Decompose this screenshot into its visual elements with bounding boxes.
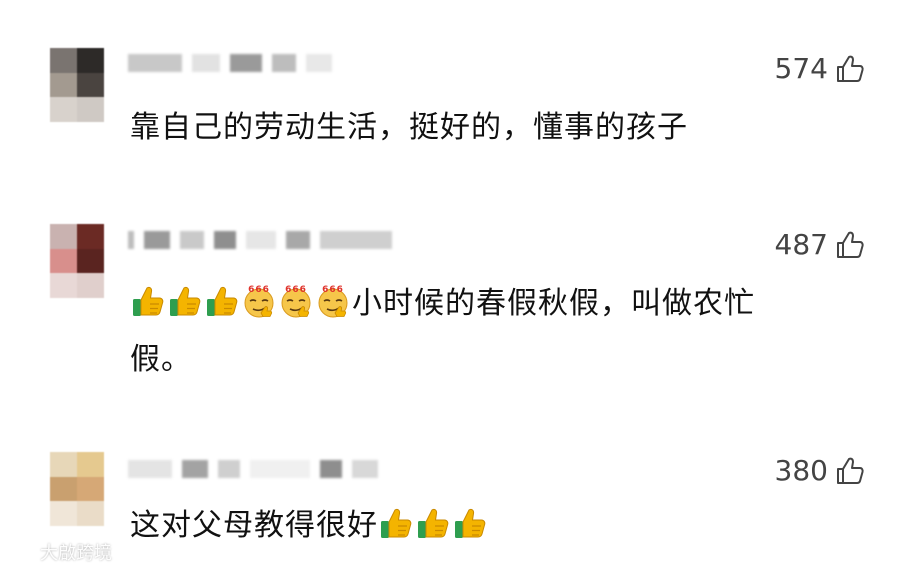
username-redacted[interactable] xyxy=(128,230,392,250)
like-count: 380 xyxy=(774,454,828,487)
comment-text-content: 靠自己的劳动生活，挺好的，懂事的孩子 xyxy=(130,110,688,145)
thumbs-up-emoji xyxy=(415,504,451,540)
username-redacted[interactable] xyxy=(128,459,378,479)
like-control[interactable]: 487 xyxy=(775,228,866,261)
avatar[interactable] xyxy=(50,48,104,122)
comment-text: 小时候的春假秋假，叫做农忙 假。 xyxy=(130,276,850,388)
avatar[interactable] xyxy=(50,452,104,526)
watermark: 大啟跨境 xyxy=(6,539,112,565)
comment-text-line1: 小时候的春假秋假，叫做农忙 xyxy=(352,286,755,321)
thumbs-up-outline-icon[interactable] xyxy=(834,53,866,85)
watermark-logo-icon xyxy=(7,546,33,559)
thumbs-up-outline-icon[interactable] xyxy=(834,455,866,487)
comment-text: 靠自己的劳动生活，挺好的，懂事的孩子 xyxy=(130,100,850,156)
like-control[interactable]: 380 xyxy=(775,454,866,487)
thumbs-up-emoji xyxy=(130,282,166,318)
like-count: 574 xyxy=(774,52,828,85)
username-redacted[interactable] xyxy=(128,53,332,73)
666-smirk-emoji xyxy=(315,282,351,318)
thumbs-up-emoji xyxy=(378,504,414,540)
like-count: 487 xyxy=(774,228,828,261)
666-smirk-emoji xyxy=(278,282,314,318)
comment-text-line2: 假。 xyxy=(130,342,192,377)
comment-text-content: 这对父母教得很好 xyxy=(130,508,378,543)
thumbs-up-outline-icon[interactable] xyxy=(834,229,866,261)
thumbs-up-emoji xyxy=(452,504,488,540)
like-control[interactable]: 574 xyxy=(775,52,866,85)
watermark-text: 大啟跨境 xyxy=(40,543,112,564)
thumbs-up-emoji xyxy=(204,282,240,318)
666-smirk-emoji xyxy=(241,282,277,318)
comment-text: 这对父母教得很好 xyxy=(130,498,850,554)
thumbs-up-emoji xyxy=(167,282,203,318)
avatar[interactable] xyxy=(50,224,104,298)
